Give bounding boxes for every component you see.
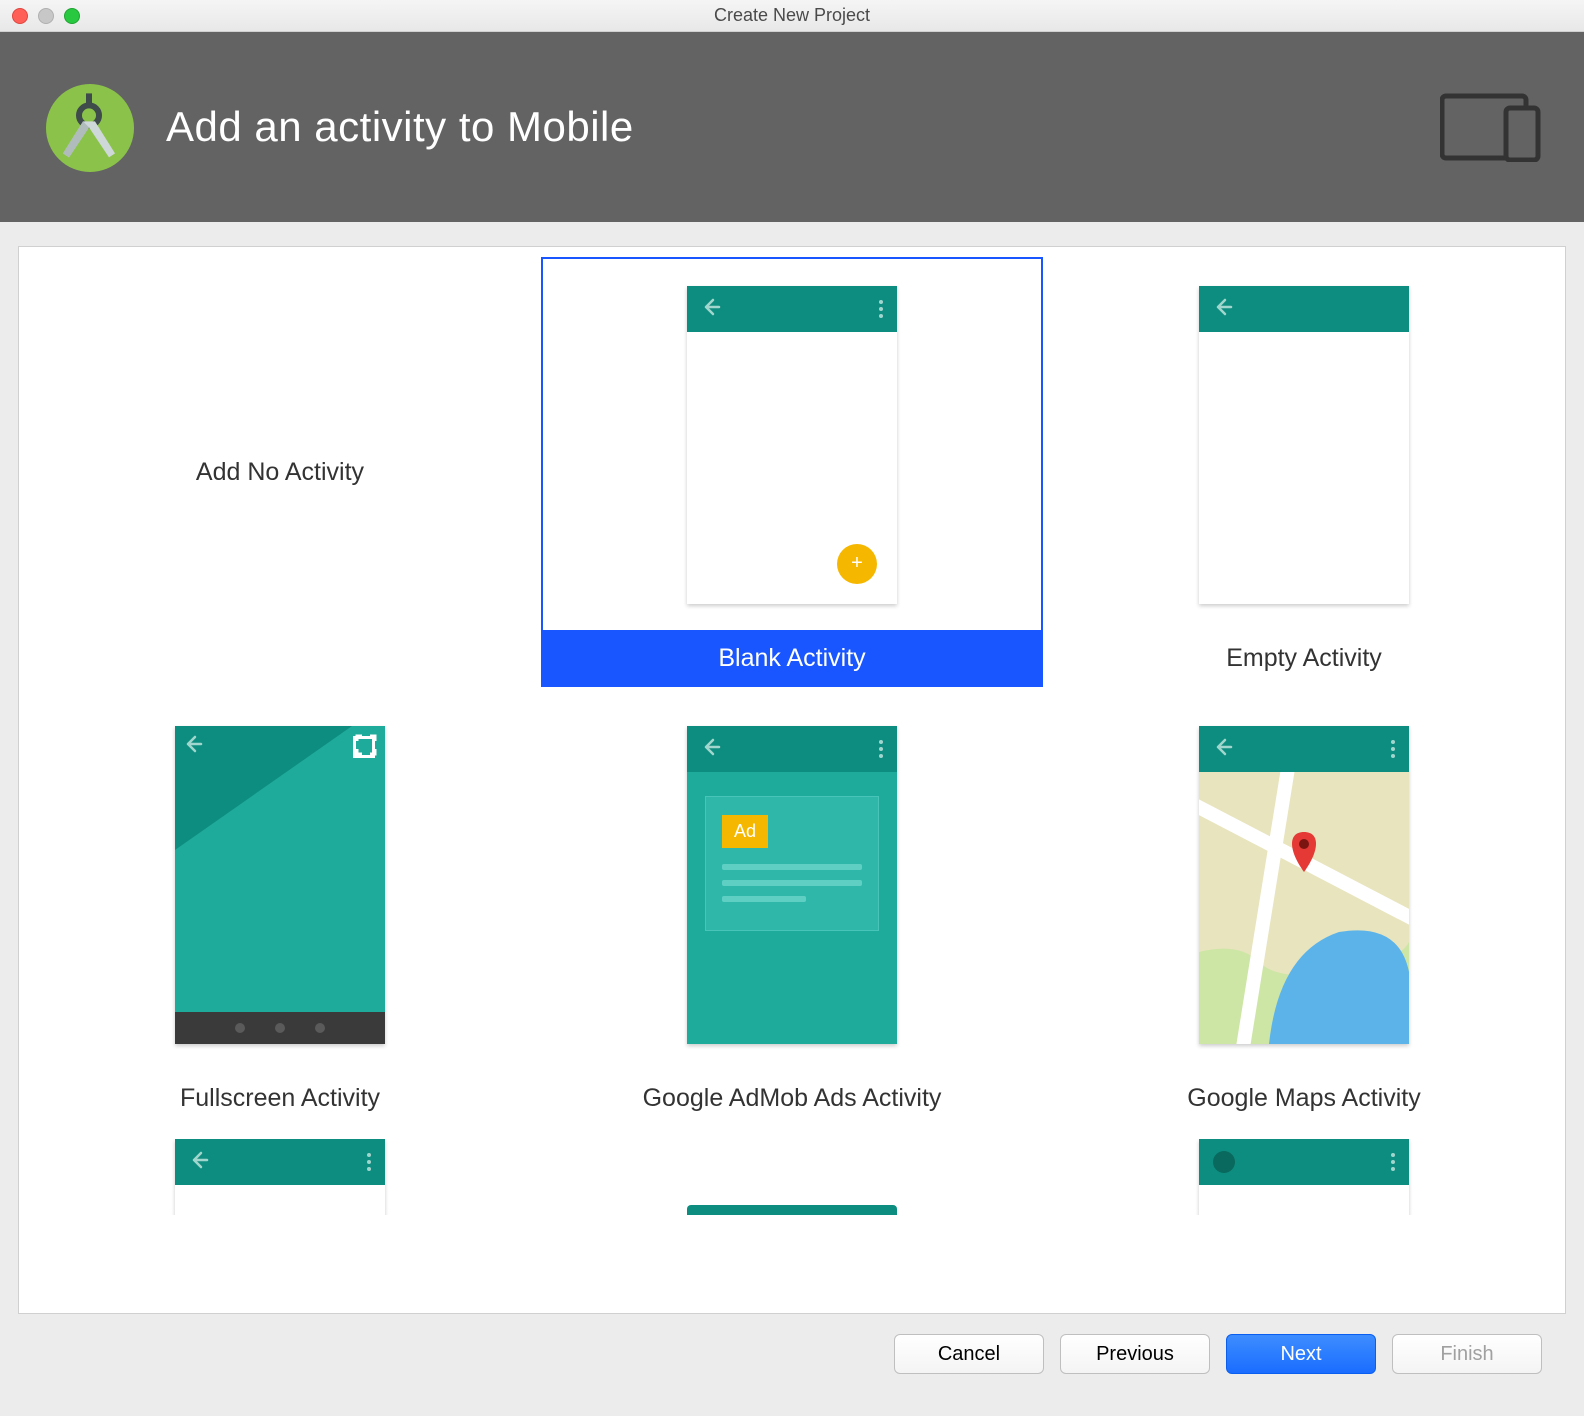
- overflow-menu-icon: [879, 300, 883, 318]
- overflow-menu-icon: [1391, 1153, 1395, 1171]
- overflow-menu-icon: [879, 740, 883, 758]
- template-label: Add No Activity: [196, 458, 364, 487]
- back-arrow-icon: [1213, 297, 1233, 321]
- banner-heading: Add an activity to Mobile: [166, 103, 634, 151]
- template-label: Blank Activity: [543, 630, 1041, 685]
- ad-badge: Ad: [722, 815, 768, 848]
- template-label: Empty Activity: [1055, 630, 1553, 685]
- avatar-icon: [1213, 1151, 1235, 1173]
- template-row-peek[interactable]: [1053, 1137, 1555, 1217]
- fullscreen-icon: [355, 734, 377, 756]
- template-row-peek[interactable]: [29, 1137, 531, 1217]
- template-blank-activity[interactable]: + Blank Activity: [541, 257, 1043, 687]
- template-label: Google Maps Activity: [1055, 1070, 1553, 1125]
- template-empty-activity[interactable]: Empty Activity: [1053, 257, 1555, 687]
- template-label: Fullscreen Activity: [31, 1070, 529, 1125]
- admob-activity-preview: Ad: [687, 726, 897, 1044]
- empty-activity-preview: [1199, 286, 1409, 604]
- create-new-project-window: Create New Project Add an activity to Mo…: [0, 0, 1584, 1416]
- wizard-footer: Cancel Previous Next Finish: [18, 1314, 1566, 1398]
- back-arrow-icon: [1213, 737, 1233, 761]
- template-add-no-activity[interactable]: Add No Activity: [29, 257, 531, 687]
- nav-bar-icon: [175, 1012, 385, 1044]
- maps-activity-preview: [1199, 726, 1409, 1044]
- template-google-admob-ads-activity[interactable]: Ad Google AdMob Ads Activity: [541, 697, 1043, 1127]
- previous-button[interactable]: Previous: [1060, 1334, 1210, 1374]
- content-area: Add No Activity +: [0, 222, 1584, 1416]
- template-fullscreen-activity[interactable]: Fullscreen Activity: [29, 697, 531, 1127]
- map-illustration-icon: [1199, 772, 1409, 1044]
- window-titlebar: Create New Project: [0, 0, 1584, 32]
- tablet-phone-icon: [1440, 92, 1544, 162]
- fullscreen-activity-preview: [175, 726, 385, 1044]
- window-title: Create New Project: [0, 5, 1584, 26]
- finish-button: Finish: [1392, 1334, 1542, 1374]
- next-button[interactable]: Next: [1226, 1334, 1376, 1374]
- blank-activity-preview: +: [687, 286, 897, 604]
- android-studio-logo-icon: [40, 78, 138, 176]
- template-row-peek[interactable]: [541, 1137, 1043, 1217]
- fab-add-icon: +: [837, 544, 877, 584]
- back-arrow-icon: [701, 297, 721, 321]
- overflow-menu-icon: [367, 1153, 371, 1171]
- template-label: Google AdMob Ads Activity: [543, 1070, 1041, 1125]
- back-arrow-icon: [189, 1150, 209, 1174]
- template-google-maps-activity[interactable]: Google Maps Activity: [1053, 697, 1555, 1127]
- back-arrow-icon: [183, 734, 203, 754]
- cancel-button[interactable]: Cancel: [894, 1334, 1044, 1374]
- overflow-menu-icon: [1391, 740, 1395, 758]
- wizard-banner: Add an activity to Mobile: [0, 32, 1584, 222]
- back-arrow-icon: [701, 737, 721, 761]
- activity-template-gallery: Add No Activity +: [18, 246, 1566, 1314]
